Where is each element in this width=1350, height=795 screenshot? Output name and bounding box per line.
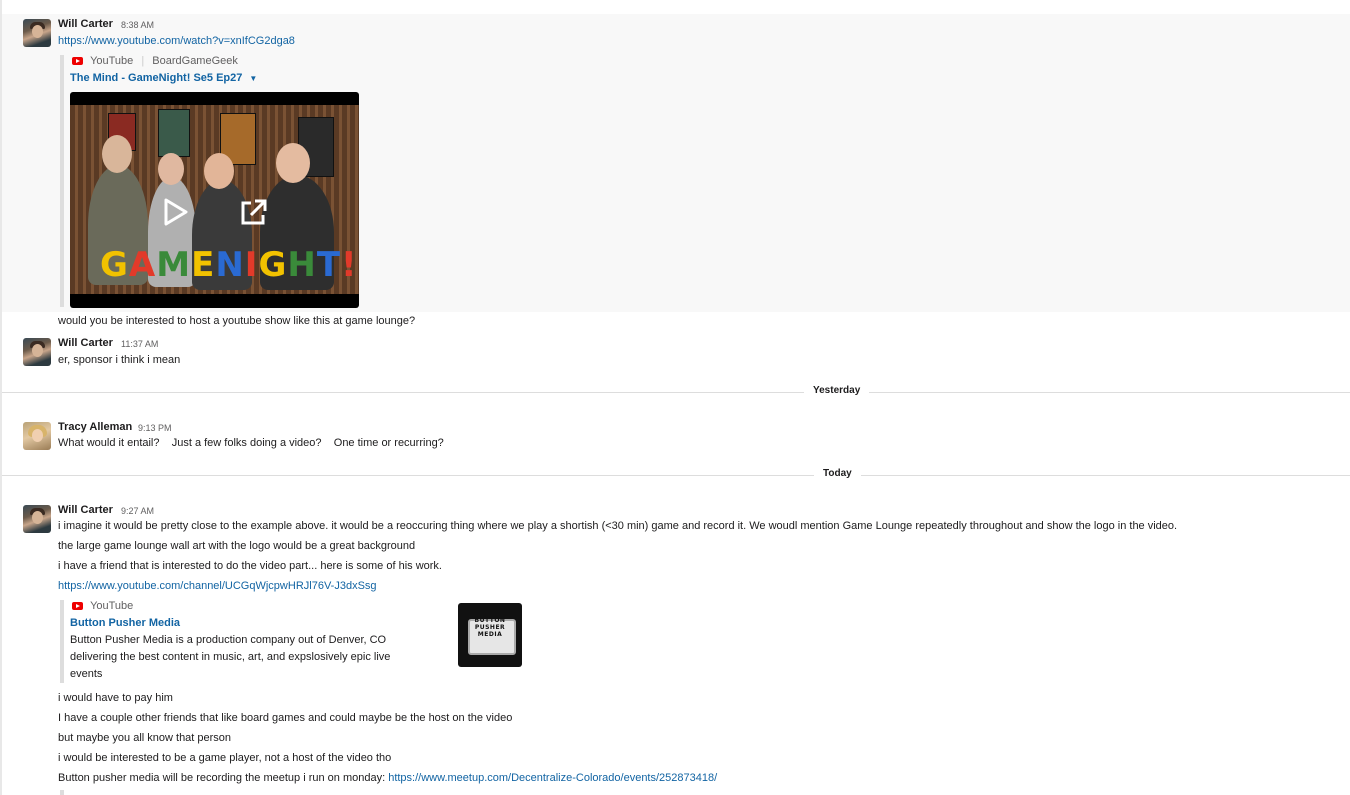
day-divider-label: Today	[814, 468, 861, 479]
logo-text: BUTTON PUSHER MEDIA	[474, 617, 506, 638]
person-head	[204, 153, 234, 189]
button-pusher-logo[interactable]: BUTTON PUSHER MEDIA	[458, 603, 522, 667]
message-text: i imagine it would be pretty close to th…	[58, 520, 1178, 532]
top-bar	[2, 0, 1350, 14]
poster	[158, 109, 190, 157]
author-name[interactable]: Will Carter	[58, 504, 113, 516]
message-link[interactable]: https://www.youtube.com/channel/UCGqWjcp…	[58, 580, 377, 592]
unfurl-service: YouTube	[90, 600, 134, 612]
message-text: would you be interested to host a youtub…	[58, 315, 416, 327]
avatar[interactable]	[23, 338, 51, 366]
message-link[interactable]: https://www.meetup.com/Decentralize-Colo…	[388, 772, 717, 784]
message-text: i would have to pay him	[58, 692, 173, 704]
author-name[interactable]: Tracy Alleman	[58, 421, 132, 433]
day-divider-label: Yesterday	[804, 385, 870, 396]
thumbnail-logo: GAMENIGHT!	[100, 245, 358, 285]
message-text: er, sponsor i think i mean	[58, 354, 181, 366]
youtube-icon	[72, 57, 83, 66]
unfurl-service-row: YouTube | BoardGameGeek	[72, 55, 238, 67]
message-link[interactable]: https://www.youtube.com/watch?v=xnIfCG2d…	[58, 35, 295, 47]
video-thumbnail[interactable]: GAMENIGHT!	[70, 92, 359, 308]
unfurl-service-row: YouTube	[72, 600, 133, 612]
unfurl-description: Button Pusher Media is a production comp…	[70, 634, 387, 646]
message-text: What would it entail? Just a few folks d…	[58, 437, 444, 449]
unfurl-description: events	[70, 668, 103, 680]
chevron-down-icon[interactable]: ▼	[249, 74, 257, 83]
author-name[interactable]: Will Carter	[58, 18, 113, 30]
day-divider-line	[2, 392, 1350, 393]
timestamp[interactable]: 9:27 AM	[121, 506, 154, 516]
unfurl-description: delivering the best content in music, ar…	[70, 651, 391, 663]
youtube-icon	[72, 602, 83, 611]
unfurl-title-row[interactable]: The Mind - GameNight! Se5 Ep27 ▼	[70, 72, 257, 84]
play-icon[interactable]	[162, 197, 190, 227]
avatar[interactable]	[23, 422, 51, 450]
unfurl-author: BoardGameGeek	[152, 55, 238, 67]
message-text: but maybe you all know that person	[58, 732, 232, 744]
person-head	[276, 143, 310, 183]
timestamp[interactable]: 11:37 AM	[121, 339, 158, 349]
person-head	[158, 153, 184, 185]
message-text: the large game lounge wall art with the …	[58, 540, 416, 552]
unfurl-service: YouTube	[90, 55, 134, 67]
video-scene: GAMENIGHT!	[70, 105, 359, 294]
message-text: I have a couple other friends that like …	[58, 712, 513, 724]
message-text: i have a friend that is interested to do…	[58, 560, 442, 572]
timestamp[interactable]: 8:38 AM	[121, 20, 154, 30]
unfurl-title[interactable]: The Mind - GameNight! Se5 Ep27	[70, 72, 242, 84]
message-text-with-link: Button pusher media will be recording th…	[58, 772, 717, 784]
message-text: Button pusher media will be recording th…	[58, 772, 389, 784]
separator: |	[141, 55, 145, 67]
day-divider-line	[2, 475, 1350, 476]
avatar[interactable]	[23, 19, 51, 47]
timestamp[interactable]: 9:13 PM	[138, 423, 172, 433]
message-text: i would be interested to be a game playe…	[58, 752, 392, 764]
unfurl-title[interactable]: Button Pusher Media	[70, 617, 180, 629]
link-unfurl-partial	[60, 790, 84, 795]
external-link-icon[interactable]	[237, 197, 269, 229]
avatar[interactable]	[23, 505, 51, 533]
author-name[interactable]: Will Carter	[58, 337, 113, 349]
person-head	[102, 135, 132, 173]
